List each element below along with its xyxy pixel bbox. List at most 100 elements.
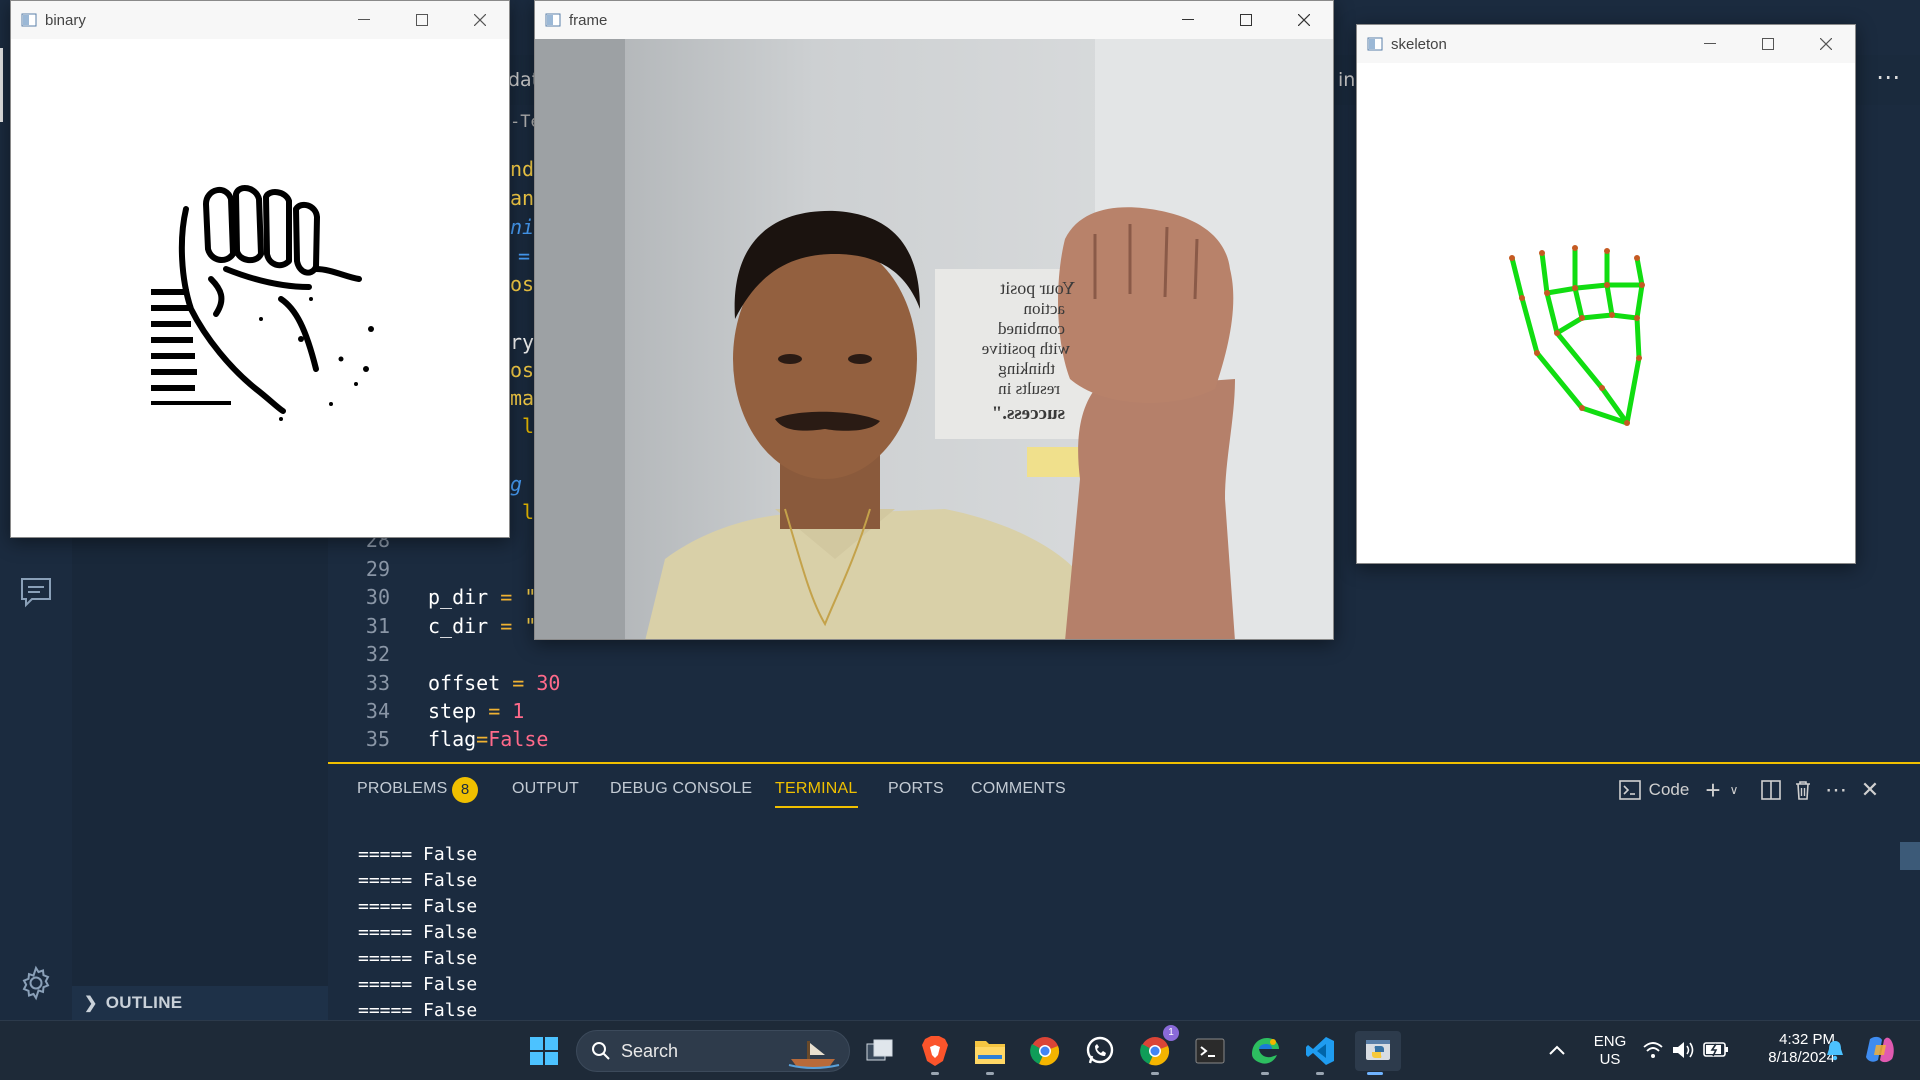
tab-comments[interactable]: COMMENTS [971,780,1066,798]
vscode-icon[interactable] [1300,1031,1340,1075]
minimize-icon[interactable] [1681,25,1739,63]
editor-tab-partial-right[interactable]: in [1338,55,1355,105]
wifi-icon[interactable] [1643,1041,1663,1063]
windows-start-icon[interactable] [524,1031,564,1071]
maximize-icon[interactable] [1739,25,1797,63]
window-title: frame [569,11,608,29]
line-number: 29 [365,557,390,581]
battery-charging-icon[interactable] [1703,1041,1729,1063]
terminal-scrollbar[interactable] [1900,842,1920,870]
sign-line: with positive [982,339,1070,358]
file-explorer-icon[interactable] [970,1031,1010,1075]
search-label: Search [621,1040,679,1061]
sign-line: success." [992,403,1065,424]
code-fragment: ma [510,386,535,410]
outline-section-header[interactable]: ❯ OUTLINE [72,986,328,1020]
hand-skeleton-image [1357,63,1855,563]
line-number: 34 [365,699,390,723]
code-fragment: ry [510,330,535,354]
code-token: = [476,699,513,723]
code-token: 30 [536,671,561,695]
edge-dev-icon[interactable] [1245,1031,1285,1075]
code-fragment: os [510,272,535,296]
terminal-line: ===== False [358,948,478,969]
close-icon[interactable] [1797,25,1855,63]
task-view-icon[interactable] [860,1031,900,1071]
code-token: 1 [512,699,525,723]
chrome-profile-icon[interactable]: 1 [1135,1025,1179,1075]
brave-icon[interactable] [915,1031,955,1075]
search-highlight-ship-icon [785,1035,841,1073]
language-indicator[interactable]: ENG US [1590,1033,1630,1069]
terminal-line: ===== False [358,870,478,891]
minimize-icon[interactable] [335,1,393,39]
terminal-line: ===== False [358,844,478,865]
code-fragment: nd [510,157,535,181]
code-line[interactable]: 33 offset = 30 [328,669,1228,697]
terminal-icon[interactable] [1190,1031,1230,1071]
comments-icon[interactable] [18,574,54,610]
close-icon[interactable] [451,1,509,39]
code-fragment: ni [510,215,535,239]
code-token: False [488,727,549,751]
maximize-icon[interactable] [1217,1,1275,39]
taskbar: Search 1 ENG US 4:32 PM 8/18/2024 [0,1020,1920,1080]
close-icon[interactable] [1275,1,1333,39]
volume-icon[interactable] [1671,1040,1695,1064]
tab-terminal[interactable]: TERMINAL [775,780,858,808]
code-token: p_dir [428,585,489,609]
code-token: = [476,727,489,751]
copilot-icon[interactable] [1864,1035,1896,1069]
sign-line: combined [997,319,1065,338]
code-token: step [428,699,477,723]
settings-gear-icon[interactable] [18,965,54,1001]
taskbar-search[interactable]: Search [576,1030,850,1072]
terminal-selector[interactable]: Code [1614,776,1694,804]
tab-ports[interactable]: PORTS [888,780,944,798]
new-terminal-plus-icon[interactable]: + [1701,775,1725,805]
line-number: 35 [365,727,390,751]
chrome-icon[interactable] [1025,1031,1065,1071]
code-fragment: g [510,472,523,496]
python-icon[interactable] [1355,1031,1401,1075]
split-terminal-icon[interactable] [1758,776,1784,804]
chevron-right-icon: ❯ [84,995,98,1012]
more-actions-icon[interactable]: ⋯ [1876,63,1900,91]
code-token: flag [428,727,477,751]
skeleton-window[interactable]: skeleton [1356,24,1856,564]
sign-line: thinking [998,359,1055,378]
bottom-panel: PROBLEMS 8 OUTPUT DEBUG CONSOLE TERMINAL… [328,762,1920,1021]
tab-debug-console[interactable]: DEBUG CONSOLE [610,780,752,798]
window-title: skeleton [1391,35,1447,53]
code-line[interactable]: 35 flag=False [328,725,1228,753]
problems-count-badge: 8 [452,777,478,803]
whatsapp-icon[interactable] [1080,1031,1120,1071]
tab-output[interactable]: OUTPUT [512,780,579,798]
line-number: 31 [365,614,390,638]
tab-problems[interactable]: PROBLEMS [357,780,448,798]
trash-icon[interactable] [1790,776,1816,804]
chevron-down-icon[interactable]: ∨ [1725,776,1743,804]
activity-active-indicator [0,48,3,122]
terminal-output[interactable]: ===== False ===== False ===== False ====… [358,842,477,1024]
window-app-icon [21,12,37,28]
chevron-up-icon[interactable] [1548,1041,1570,1063]
binary-window[interactable]: binary [10,0,510,538]
window-app-icon [1367,36,1383,52]
window-app-icon [545,12,561,28]
sign-line: results in [998,379,1060,398]
maximize-icon[interactable] [393,1,451,39]
minimize-icon[interactable] [1159,1,1217,39]
code-line[interactable]: 34 step = 1 [328,697,1228,725]
notification-badge: 1 [1163,1025,1179,1041]
code-fragment: l [522,414,535,438]
line-code: c_dir = " [428,612,536,640]
clock[interactable]: 4:32 PM 8/18/2024 [1735,1031,1835,1067]
clock-time: 4:32 PM [1779,1031,1835,1048]
line-number: 33 [365,671,390,695]
notification-bell-icon[interactable] [1825,1039,1845,1065]
more-actions-icon[interactable]: ⋯ [1822,776,1850,804]
frame-window[interactable]: frame Your posit action combined with po… [534,0,1334,640]
close-panel-icon[interactable]: ✕ [1858,776,1882,804]
code-line[interactable]: 32 [328,640,1228,668]
